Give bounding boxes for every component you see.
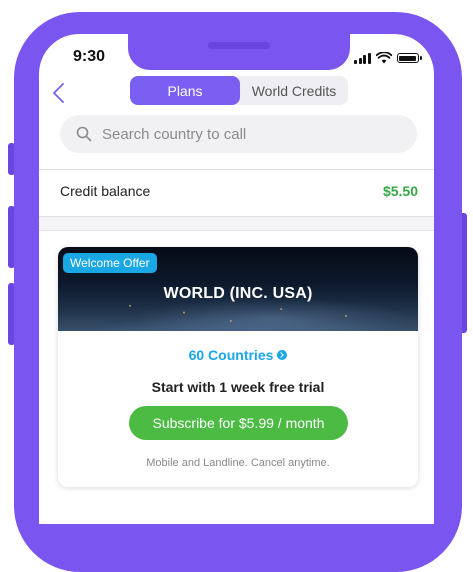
search-bar[interactable]: [60, 115, 417, 153]
notch: [128, 34, 350, 70]
status-time: 9:30: [73, 48, 106, 65]
status-icons: [354, 51, 422, 65]
divider: [39, 230, 434, 231]
plan-title: WORLD (INC. USA): [163, 285, 313, 302]
subscribe-button[interactable]: Subscribe for $5.99 / month: [129, 406, 348, 440]
section-spacer: [39, 217, 434, 230]
trial-text: Start with 1 week free trial: [151, 379, 325, 395]
countries-link[interactable]: 60 Countries: [58, 347, 418, 363]
tab-plans[interactable]: Plans: [130, 76, 240, 105]
tab-world-credits[interactable]: World Credits: [240, 76, 348, 105]
plan-type-segmented-control: Plans World Credits: [130, 76, 348, 105]
signal-icon: [354, 52, 371, 64]
credit-balance-label: Credit balance: [60, 183, 151, 199]
plan-footnote: Mobile and Landline. Cancel anytime.: [146, 457, 330, 469]
back-chevron-icon[interactable]: [49, 82, 69, 104]
earth-banner-image: Welcome Offer WORLD (INC. USA): [58, 247, 418, 331]
wifi-icon: [375, 52, 392, 64]
credit-balance-value: $5.50: [382, 183, 418, 199]
search-input[interactable]: [100, 124, 384, 144]
speaker: [208, 42, 270, 49]
divider: [39, 169, 434, 170]
welcome-offer-badge: Welcome Offer: [63, 253, 157, 273]
battery-icon: [396, 53, 422, 63]
plan-offer-card[interactable]: Welcome Offer WORLD (INC. USA) 60 Countr…: [58, 247, 418, 487]
countries-link-label: 60 Countries: [188, 347, 274, 363]
search-icon: [76, 126, 92, 142]
chevron-right-circle-icon: [277, 350, 288, 360]
